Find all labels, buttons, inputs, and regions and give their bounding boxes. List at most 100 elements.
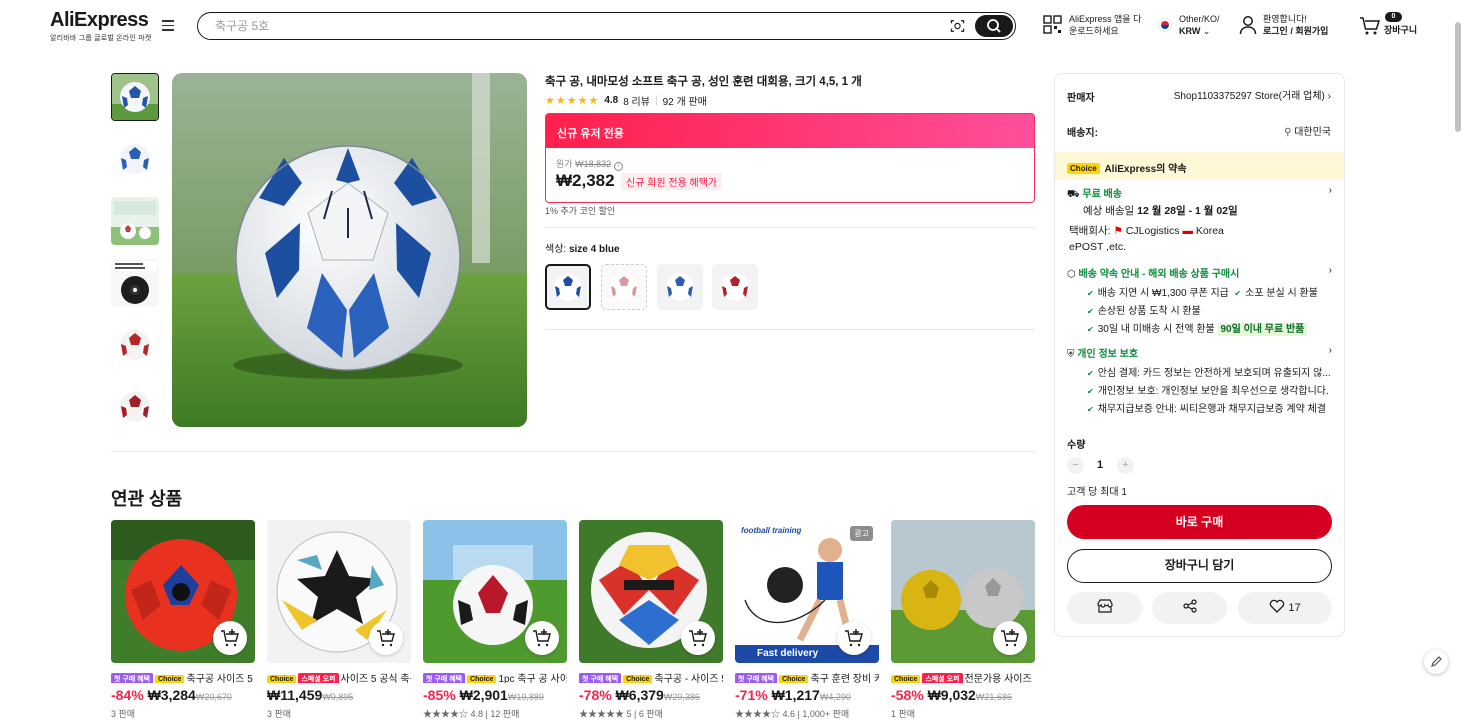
- product-card[interactable]: Choice스페셜 오퍼사이즈 5 공식 축구공 ₩11,459₩9,895 3…: [267, 520, 411, 720]
- rating-row: ★★★★★ 4.8 8 리뷰 | 92 개 판매: [545, 93, 707, 108]
- region-line1: Other/KO/: [1179, 14, 1220, 24]
- divider: [545, 329, 1035, 330]
- quantity-label: 수량: [1067, 440, 1086, 451]
- coin-discount-note: 1% 추가 코인 할인: [545, 206, 616, 216]
- thumbnail-4[interactable]: [111, 259, 159, 307]
- cart-icon[interactable]: [1359, 16, 1381, 36]
- add-to-cart-button[interactable]: 장바구니 담기: [1067, 549, 1332, 583]
- chevron-down-icon: ⌄: [1202, 26, 1211, 36]
- choice-badge: Choice: [467, 675, 497, 683]
- product-card[interactable]: 첫 구매 혜택Choice축구공 사이즈 5 공식 -84% ₩3,284₩20…: [111, 520, 255, 720]
- discount: -78%: [579, 687, 612, 703]
- product-card[interactable]: 첫 구매 혜택 Choice 축구공 - 사이즈 5 -78% ₩6,379₩29,…: [579, 520, 723, 720]
- product-card[interactable]: football training Fast delivery 광고 첫 구매 …: [735, 520, 879, 720]
- product-image[interactable]: [579, 520, 723, 663]
- choice-badge: Choice: [623, 675, 653, 683]
- currency-label: KRW: [1179, 26, 1201, 36]
- info-icon[interactable]: i: [613, 162, 623, 171]
- product-image[interactable]: [267, 520, 411, 663]
- thumbnail-6[interactable]: [111, 383, 159, 431]
- search-button[interactable]: [975, 15, 1013, 37]
- related-products-title: 연관 상품: [111, 489, 183, 509]
- color-swatch-red[interactable]: [712, 264, 758, 310]
- new-user-promo-box: 신규 유저 전용 원가 ₩18,832 i ₩2,382 신규 회원 전용 혜택…: [545, 113, 1035, 203]
- share-icon: [1182, 599, 1197, 613]
- privacy-row[interactable]: ⛨ 개인 정보 보호 ›: [1067, 345, 1332, 360]
- free-shipping-row[interactable]: ⛟ 무료 배송 ›: [1067, 185, 1332, 202]
- product-image[interactable]: [111, 520, 255, 663]
- ship-to-selector[interactable]: ⚲ 대한민국: [1255, 123, 1331, 138]
- buy-now-button[interactable]: 바로 구매: [1067, 505, 1332, 539]
- download-app-link[interactable]: AliExpress 앱을 다 운로드하세요: [1069, 13, 1141, 37]
- thumbnail-2[interactable]: [111, 135, 159, 183]
- chevron-right-icon: ›: [1328, 345, 1332, 356]
- choice-badge: Choice: [779, 675, 809, 683]
- cart-plus-icon: [845, 629, 863, 647]
- color-swatch-blue-2[interactable]: [657, 264, 703, 310]
- thumbnail-1[interactable]: [111, 73, 159, 121]
- region-selector[interactable]: Other/KO/ KRW ⌄: [1179, 13, 1220, 37]
- price: ₩1,217: [771, 687, 820, 703]
- thumbnail-5[interactable]: [111, 321, 159, 369]
- main-product-image[interactable]: [172, 73, 527, 427]
- truck-icon: ⛟: [1067, 189, 1080, 200]
- add-to-cart-button[interactable]: [525, 621, 559, 655]
- aliexpress-logo[interactable]: AliExpress 알리바바 그룹 글로벌 온라인 마켓: [50, 9, 152, 43]
- login-signup-link: 로그인 / 회원가입: [1263, 26, 1329, 36]
- user-icon[interactable]: [1239, 15, 1257, 35]
- reviews-link[interactable]: 8 리뷰: [623, 93, 650, 108]
- account-menu[interactable]: 환영합니다! 로그인 / 회원가입: [1263, 13, 1328, 37]
- product-image[interactable]: football training Fast delivery 광고: [735, 520, 879, 663]
- promise-item: ✔ 30일 내 미배송 시 전액 환불 90일 이내 무료 반품: [1087, 320, 1308, 336]
- add-to-cart-button[interactable]: [837, 621, 871, 655]
- thumbnail-3[interactable]: [111, 197, 159, 245]
- top-header: AliExpress 알리바바 그룹 글로벌 온라인 마켓 AliExpress…: [0, 0, 1466, 52]
- choice-badge: Choice: [155, 675, 185, 683]
- choice-promise-header: Choice AliExpress의 약속: [1067, 160, 1187, 175]
- sold-count: 3 판매: [267, 709, 292, 719]
- app-line1: AliExpress 앱을 다: [1069, 14, 1142, 24]
- first-purchase-badge: 첫 구매 혜택: [735, 673, 778, 683]
- price: ₩2,901: [459, 687, 508, 703]
- image-search-icon[interactable]: [950, 19, 965, 33]
- logo-subtitle: 알리바바 그룹 글로벌 온라인 마켓: [50, 35, 152, 42]
- original-price: ₩9,895: [322, 692, 354, 702]
- product-card[interactable]: 첫 구매 혜택Choice1pc 축구 공 사이즈 -85% ₩2,901₩19…: [423, 520, 567, 720]
- seller-link[interactable]: Shop1103375297 Store(거래 업체) ›: [1155, 87, 1331, 102]
- scrollbar[interactable]: [1454, 16, 1462, 721]
- edit-button[interactable]: [1424, 650, 1448, 674]
- original-price: ₩21,686: [975, 692, 1012, 702]
- choice-badge: Choice: [1067, 163, 1100, 174]
- color-swatch-red-outline[interactable]: [601, 264, 647, 310]
- ship-to-label: 배송지:: [1067, 128, 1098, 139]
- delivery-promise-row[interactable]: ⬡ 배송 약속 안내 - 해외 배송 상품 구매시 ›: [1067, 265, 1332, 280]
- sold-count: 1 판매: [891, 709, 916, 719]
- qr-code-icon[interactable]: [1043, 15, 1062, 34]
- wishlist-button[interactable]: 17: [1238, 592, 1332, 624]
- add-to-cart-button[interactable]: [681, 621, 715, 655]
- search-input[interactable]: [215, 17, 915, 35]
- cart-label[interactable]: 장바구니: [1384, 24, 1417, 36]
- discount: -84%: [111, 687, 144, 703]
- quantity-decrease-button[interactable]: −: [1067, 457, 1084, 474]
- menu-icon[interactable]: [162, 20, 174, 31]
- product-card[interactable]: Choice스페셜 오퍼전문가용 사이즈 5 공 -58% ₩9,032₩21,…: [891, 520, 1035, 720]
- store-button[interactable]: [1067, 592, 1142, 624]
- seller-label: 판매자: [1067, 93, 1095, 104]
- scrollbar-thumb[interactable]: [1455, 22, 1461, 132]
- product-image[interactable]: [891, 520, 1035, 663]
- location-pin-icon: ⚲: [1284, 127, 1292, 138]
- eta-row: 예상 배송일 12 월 28일 - 1 월 02일: [1083, 205, 1238, 217]
- heart-icon: [1270, 599, 1285, 613]
- color-swatch-blue[interactable]: [545, 264, 591, 310]
- product-name: 사이즈 5 공식 축구공: [340, 674, 412, 683]
- share-button[interactable]: [1152, 592, 1227, 624]
- add-to-cart-button[interactable]: [213, 621, 247, 655]
- special-offer-badge: 스페셜 오퍼: [298, 673, 339, 683]
- original-price: ₩4,290: [819, 692, 851, 702]
- add-to-cart-button[interactable]: [993, 621, 1027, 655]
- quantity-increase-button[interactable]: +: [1117, 457, 1134, 474]
- product-image[interactable]: [423, 520, 567, 663]
- quantity-value[interactable]: 1: [1097, 459, 1103, 471]
- add-to-cart-button[interactable]: [369, 621, 403, 655]
